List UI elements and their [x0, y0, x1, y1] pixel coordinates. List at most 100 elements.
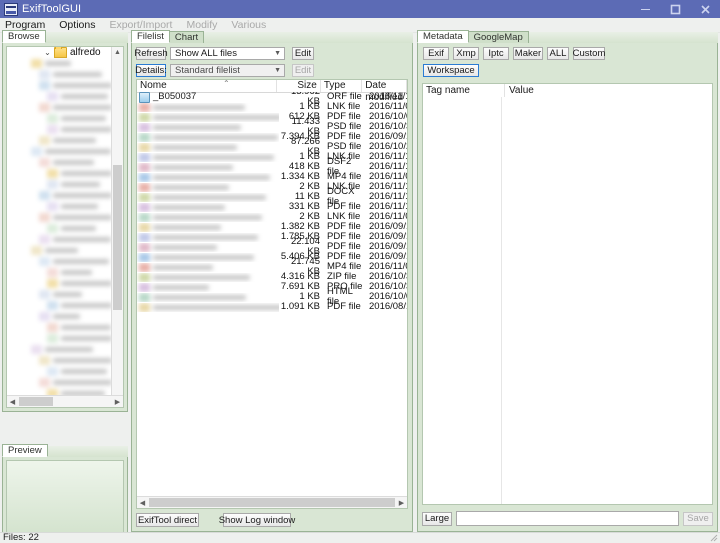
tree-item[interactable]: [7, 289, 112, 300]
workspace-button[interactable]: Workspace: [423, 64, 479, 77]
table-row[interactable]: 1.334 KBMP4 file2016/11/06 14:13:5: [137, 172, 407, 182]
table-row[interactable]: 5.406 KBPDF file2016/09/18 19:05:0: [137, 252, 407, 262]
scroll-right-icon[interactable]: ▶: [112, 396, 123, 407]
tree-item[interactable]: [7, 267, 112, 278]
table-row[interactable]: 1 KBLNK file2016/11/07 20:33:0: [137, 102, 407, 112]
table-row[interactable]: 1 KBLNK file2016/11/12 20:47:2: [137, 152, 407, 162]
tree-item[interactable]: [7, 157, 112, 168]
table-row[interactable]: 1.382 KBPDF file2016/09/19 20:05:2: [137, 222, 407, 232]
table-row[interactable]: 11.433 KBPSD file2016/10/30 14:24:0: [137, 117, 407, 137]
tree-item[interactable]: [7, 322, 112, 333]
folder-tree[interactable]: ⌄ alfredo ▲ ▼ ◀: [6, 46, 124, 408]
refresh-button[interactable]: Refresh: [134, 46, 168, 60]
tree-item[interactable]: [7, 91, 112, 102]
tree-item[interactable]: [7, 69, 112, 80]
table-row[interactable]: 22.104 KBPDF file2016/09/18 19:02:5: [137, 237, 407, 257]
menu-various[interactable]: Various: [231, 19, 266, 31]
tree-item[interactable]: [7, 333, 112, 344]
tree-item[interactable]: [7, 80, 112, 91]
tab-chart[interactable]: Chart: [168, 31, 205, 43]
tab-googlemap[interactable]: GoogleMap: [467, 31, 529, 43]
value-input[interactable]: [456, 511, 679, 526]
menu-options[interactable]: Options: [59, 19, 95, 31]
table-row[interactable]: 11 KBDOCX file2016/11/12 13:15:2: [137, 187, 407, 207]
scroll-up-icon[interactable]: ▲: [112, 47, 123, 58]
show-log-window-button[interactable]: Show Log window: [219, 513, 295, 527]
column-header-tag-name[interactable]: Tag name: [423, 84, 505, 97]
all-button[interactable]: ALL: [547, 47, 569, 60]
metadata-table-body[interactable]: [423, 97, 712, 504]
column-header-value[interactable]: Value: [505, 84, 712, 97]
tree-item[interactable]: [7, 146, 112, 157]
tree-item[interactable]: [7, 344, 112, 355]
scroll-left-icon[interactable]: ◀: [137, 497, 148, 508]
iptc-button[interactable]: Iptc: [483, 47, 509, 60]
filter-edit-button[interactable]: Edit: [292, 46, 314, 60]
tree-item[interactable]: [7, 223, 112, 234]
tree-item[interactable]: [7, 300, 112, 311]
tree-item[interactable]: [7, 179, 112, 190]
column-header-date[interactable]: Date modified: [362, 80, 407, 103]
tree-row-root[interactable]: ⌄ alfredo: [7, 47, 112, 58]
chevron-down-icon[interactable]: ▼: [274, 65, 281, 76]
tree-item[interactable]: [7, 124, 112, 135]
tree-item[interactable]: [7, 212, 112, 223]
tree-item[interactable]: [7, 256, 112, 267]
maker-button[interactable]: Maker: [513, 47, 543, 60]
tree-item[interactable]: [7, 113, 112, 124]
minimize-icon[interactable]: [630, 0, 660, 18]
save-button[interactable]: Save: [683, 511, 713, 526]
column-header-size[interactable]: Size: [277, 80, 321, 92]
tree-horizontal-scrollbar[interactable]: ◀ ▶: [7, 395, 123, 407]
details-button[interactable]: Details:: [135, 63, 167, 77]
tree-item[interactable]: [7, 102, 112, 113]
xmp-button[interactable]: Xmp: [453, 47, 479, 60]
details-edit-button[interactable]: Edit: [292, 63, 314, 77]
tree-item[interactable]: [7, 190, 112, 201]
tree-item[interactable]: [7, 58, 112, 69]
table-row[interactable]: _B05003713.962 KBORF file2016/11/12 16:0…: [137, 92, 407, 107]
table-row[interactable]: 2 KBLNK file2016/11/10 21:27:0: [137, 182, 407, 192]
filelist-horizontal-scrollbar[interactable]: ◀ ▶: [137, 496, 407, 508]
details-preset-combo[interactable]: Standard filelist ▼: [170, 63, 285, 77]
tree-item[interactable]: [7, 278, 112, 289]
table-row[interactable]: 1.091 KB PDF file 2016/08/17 16:21:3: [137, 302, 407, 312]
table-row[interactable]: 331 KBPDF file2016/11/12 13:15:3: [137, 202, 407, 212]
menu-modify[interactable]: Modify: [186, 19, 217, 31]
tree-item[interactable]: [7, 355, 112, 366]
table-row[interactable]: 612 KBPDF file2016/10/08 17:22:2: [137, 112, 407, 122]
custom-button[interactable]: Custom: [573, 47, 605, 60]
tree-item[interactable]: [7, 234, 112, 245]
chevron-down-icon[interactable]: ⌄: [43, 48, 52, 57]
large-button[interactable]: Large: [422, 511, 452, 526]
table-row[interactable]: 1.785 KBPDF file2016/09/18 19:04:3: [137, 232, 407, 242]
tree-item[interactable]: [7, 366, 112, 377]
file-list-rows[interactable]: _B05003713.962 KBORF file2016/11/12 16:0…: [137, 92, 407, 496]
table-row[interactable]: 21.745 KBMP4 file2016/11/06 14:42:0: [137, 257, 407, 277]
tree-item[interactable]: [7, 201, 112, 212]
tab-metadata[interactable]: Metadata: [417, 30, 469, 43]
tree-item[interactable]: [7, 168, 112, 179]
scroll-left-icon[interactable]: ◀: [7, 396, 18, 407]
table-row[interactable]: 7.394 KBPDF file2016/09/18 19:03:3: [137, 132, 407, 142]
tree-vertical-scrollbar[interactable]: ▲ ▼: [111, 47, 123, 407]
filelist-hscroll-thumb[interactable]: [149, 498, 395, 507]
tree-item[interactable]: [7, 245, 112, 256]
metadata-table[interactable]: Tag name Value: [422, 83, 713, 505]
table-row[interactable]: 7.691 KBPRO file2016/10/31 12:43:0: [137, 282, 407, 292]
table-row[interactable]: 1 KBHTML file2016/10/07 22:11:4: [137, 287, 407, 307]
column-header-type[interactable]: Type: [321, 80, 363, 92]
chevron-down-icon[interactable]: ▼: [274, 48, 281, 59]
tab-filelist[interactable]: Filelist: [131, 30, 170, 43]
tree-scroll-thumb[interactable]: [113, 165, 122, 310]
column-header-name[interactable]: Nome: [137, 80, 277, 92]
exif-button[interactable]: Exif: [423, 47, 449, 60]
tree-hscroll-thumb[interactable]: [19, 397, 53, 406]
file-list[interactable]: Nome Size Type Date modified ⌃ _B0500371…: [136, 79, 408, 509]
tree-item[interactable]: [7, 377, 112, 388]
table-row[interactable]: 2 KBLNK file2016/11/05 10:40:1: [137, 212, 407, 222]
tab-preview[interactable]: Preview: [2, 444, 48, 457]
file-filter-combo[interactable]: Show ALL files ▼: [170, 46, 285, 60]
resize-grip-icon[interactable]: [710, 534, 718, 542]
table-row[interactable]: 87.266 KBPSD file2016/10/29 22:39:1: [137, 137, 407, 157]
